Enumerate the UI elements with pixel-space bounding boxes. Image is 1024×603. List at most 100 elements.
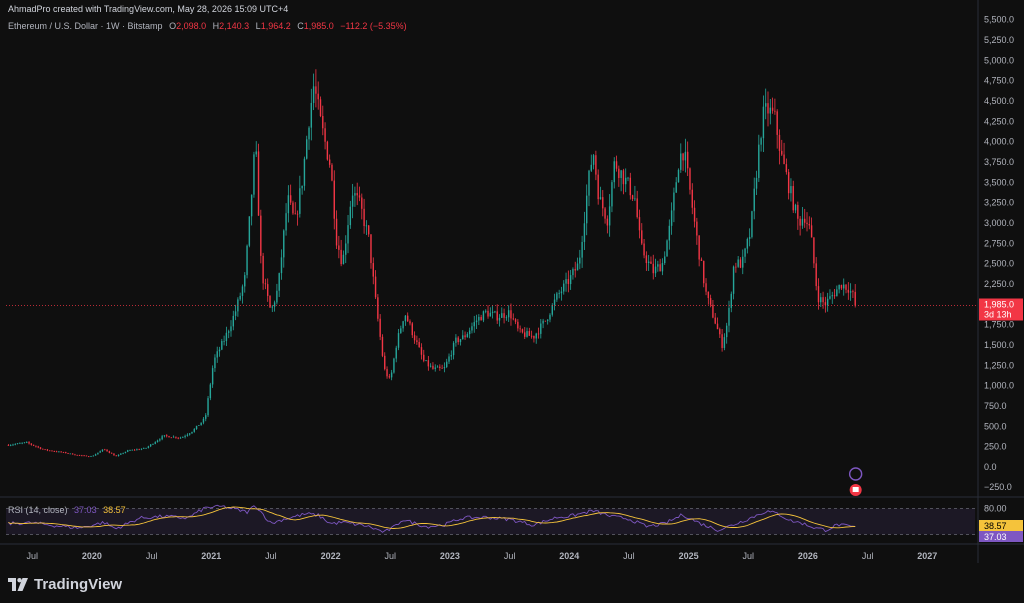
candle-body bbox=[682, 153, 684, 161]
candle-body bbox=[501, 313, 503, 318]
candle-body bbox=[829, 296, 831, 299]
candle-body bbox=[273, 302, 276, 307]
candle-body bbox=[567, 279, 570, 285]
candle-body bbox=[854, 291, 856, 306]
candle-body bbox=[799, 218, 801, 226]
rsi-level-label: 80.00 bbox=[984, 504, 1007, 514]
candle-body bbox=[755, 177, 758, 189]
candle-body bbox=[244, 275, 246, 287]
candle-body bbox=[122, 453, 124, 454]
candle-body bbox=[753, 188, 755, 212]
candle-body bbox=[723, 337, 726, 348]
symbol-name: Ethereum / U.S. Dollar · 1W · Bitstamp bbox=[8, 21, 163, 31]
tradingview-logo-icon bbox=[8, 578, 28, 591]
candle-body bbox=[58, 451, 60, 453]
candle-body bbox=[703, 260, 705, 284]
candle-body bbox=[143, 447, 145, 449]
y-tick-label: 750.0 bbox=[984, 401, 1007, 411]
candle-body bbox=[159, 439, 161, 441]
candle-body bbox=[544, 320, 547, 322]
candle-body bbox=[801, 218, 804, 226]
candle-body bbox=[37, 446, 39, 448]
y-tick-label: 2,250.0 bbox=[984, 279, 1014, 289]
candle-body bbox=[127, 450, 129, 452]
candle-body bbox=[381, 336, 384, 356]
candle-body bbox=[785, 164, 788, 173]
candle-body bbox=[136, 449, 138, 451]
candle-body bbox=[758, 144, 760, 178]
candle-body bbox=[71, 453, 74, 455]
candle-body bbox=[280, 257, 283, 274]
x-tick-label: 2024 bbox=[559, 551, 579, 561]
candle-body bbox=[191, 431, 193, 434]
candle-body bbox=[402, 321, 404, 329]
candle-body bbox=[631, 195, 634, 199]
candle-body bbox=[129, 450, 131, 452]
candle-body bbox=[21, 442, 23, 444]
candle-body bbox=[696, 221, 698, 236]
candle-body bbox=[487, 310, 489, 317]
candle-body bbox=[315, 86, 317, 94]
candle-body bbox=[563, 283, 565, 292]
y-tick-label: 4,500.0 bbox=[984, 96, 1014, 106]
candle-body bbox=[489, 312, 492, 317]
x-tick-label: Jul bbox=[623, 551, 635, 561]
candle-body bbox=[333, 180, 335, 219]
candle-body bbox=[425, 360, 427, 361]
candle-body bbox=[319, 99, 322, 117]
candle-body bbox=[404, 315, 407, 322]
candle-body bbox=[30, 443, 33, 445]
low-value: 1,964.2 bbox=[260, 21, 291, 31]
candle-body bbox=[55, 451, 58, 453]
candle-body bbox=[792, 186, 794, 211]
candle-body bbox=[69, 453, 72, 455]
candle-body bbox=[650, 261, 652, 264]
candle-body bbox=[170, 437, 173, 439]
y-tick-label: 3,250.0 bbox=[984, 198, 1014, 208]
countdown-value: 3d 13h bbox=[984, 310, 1012, 320]
x-tick-label: 2026 bbox=[798, 551, 818, 561]
candle-body bbox=[774, 110, 776, 112]
candle-body bbox=[845, 284, 847, 290]
candle-body bbox=[592, 155, 595, 165]
candle-body bbox=[742, 256, 744, 268]
x-tick-label: Jul bbox=[265, 551, 277, 561]
candle-body bbox=[175, 436, 177, 438]
earnings-event-icon bbox=[848, 467, 863, 481]
y-tick-label: 4,250.0 bbox=[984, 116, 1014, 126]
candle-body bbox=[618, 168, 620, 178]
candle-body bbox=[347, 225, 349, 244]
candle-body bbox=[328, 159, 331, 165]
candle-body bbox=[833, 295, 836, 297]
candle-body bbox=[804, 218, 806, 223]
candle-body bbox=[553, 299, 556, 305]
candle-body bbox=[452, 342, 455, 356]
y-tick-label: 1,500.0 bbox=[984, 340, 1014, 350]
candle-body bbox=[840, 284, 843, 289]
candle-body bbox=[289, 195, 292, 203]
candle-body bbox=[87, 456, 90, 458]
candle-body bbox=[198, 425, 200, 426]
candle-body bbox=[446, 361, 448, 368]
candle-body bbox=[700, 259, 703, 261]
y-tick-label: 4,750.0 bbox=[984, 76, 1014, 86]
candle-body bbox=[358, 195, 361, 198]
candle-body bbox=[65, 452, 67, 454]
candle-body bbox=[491, 311, 494, 313]
candle-body bbox=[813, 237, 815, 264]
chart-canvas[interactable]: 5,500.0 5,250.0 5,000.0 4,750.0 4,500.0 4,250… bbox=[0, 0, 1024, 603]
candle-body bbox=[418, 341, 420, 348]
candle-body bbox=[524, 332, 526, 337]
candle-body bbox=[448, 356, 450, 362]
candle-body bbox=[296, 213, 299, 215]
candle-body bbox=[354, 193, 356, 196]
candle-body bbox=[613, 161, 615, 183]
candle-body bbox=[778, 134, 781, 151]
candle-body bbox=[81, 455, 83, 457]
candle-body bbox=[420, 347, 423, 355]
candle-body bbox=[606, 218, 609, 226]
candle-body bbox=[556, 293, 558, 300]
candle-body bbox=[83, 455, 85, 457]
candle-body bbox=[345, 243, 347, 255]
candle-body bbox=[397, 333, 400, 348]
